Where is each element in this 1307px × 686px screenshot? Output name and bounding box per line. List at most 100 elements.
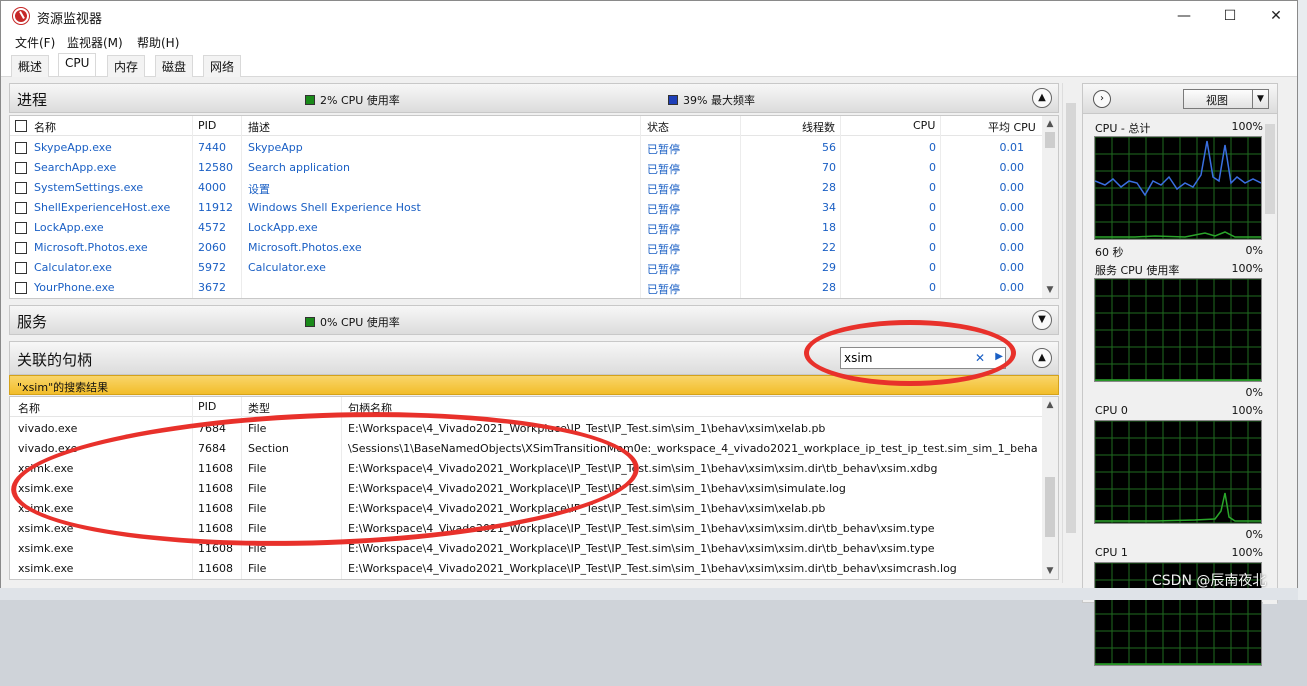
col-pid[interactable]: PID — [198, 119, 216, 132]
process-threads: 18 — [822, 221, 836, 234]
process-pid: 12580 — [198, 161, 233, 174]
processes-header[interactable]: 进程 2% CPU 使用率 39% 最大频率 ▲ — [9, 83, 1059, 113]
menu-file[interactable]: 文件(F) — [15, 34, 55, 51]
process-checkbox[interactable] — [15, 142, 27, 154]
col-handle-process-name[interactable]: 名称 — [18, 400, 40, 416]
clear-search-icon[interactable]: ✕ — [975, 351, 985, 365]
select-all-checkbox[interactable] — [15, 120, 27, 132]
graphs-scrollbar[interactable] — [1263, 114, 1277, 604]
menu-bar: 文件(F) 监视器(M) 帮助(H) — [1, 31, 1297, 51]
scroll-thumb[interactable] — [1045, 477, 1055, 537]
process-description: 设置 — [248, 183, 270, 196]
handle-row[interactable]: vivado.exe 7684 Section \Sessions\1\BaseNam… — [10, 439, 1044, 459]
col-avg-cpu[interactable]: 平均 CPU — [988, 119, 1036, 135]
handle-row[interactable]: xsimk.exe 11608 File E:\Workspace\4_Vivado2… — [10, 459, 1044, 479]
process-name: SkypeApp.exe — [34, 141, 112, 154]
tab-network[interactable]: 网络 — [203, 55, 242, 77]
handle-row[interactable]: xsimk.exe 11608 File E:\Workspace\4_Vivado2… — [10, 479, 1044, 499]
services-header[interactable]: 服务 0% CPU 使用率 ▼ — [9, 305, 1059, 335]
handle-pid: 11608 — [198, 482, 233, 495]
processes-scrollbar[interactable]: ▲ ▼ — [1042, 116, 1058, 298]
col-description[interactable]: 描述 — [248, 119, 270, 135]
process-row[interactable]: SearchApp.exe 12580 Search application 已暂停 7… — [10, 158, 1044, 178]
graph-label: CPU 1 — [1095, 546, 1128, 559]
tab-disk[interactable]: 磁盘 — [155, 55, 194, 77]
tab-overview[interactable]: 概述 — [11, 55, 50, 77]
handle-type: File — [248, 422, 267, 435]
handle-row[interactable]: xsimk.exe 11608 File E:\Workspace\4_Vivado2… — [10, 499, 1044, 519]
scroll-up-icon[interactable]: ▲ — [1042, 116, 1058, 132]
dropdown-arrow-icon[interactable]: ▼ — [1252, 90, 1268, 108]
process-checkbox[interactable] — [15, 242, 27, 254]
process-row[interactable]: SkypeApp.exe 7440 SkypeApp 已暂停 56 0 0.01 — [10, 138, 1044, 158]
process-description: LockApp.exe — [248, 221, 318, 234]
search-arrow-icon[interactable]: ▶ — [995, 351, 1003, 362]
scroll-up-icon[interactable]: ▲ — [1042, 397, 1058, 413]
process-row[interactable]: SystemSettings.exe 4000 设置 已暂停 28 0 0.00 — [10, 178, 1044, 198]
menu-help[interactable]: 帮助(H) — [137, 34, 179, 51]
cpu-usage-stat: 2% CPU 使用率 — [305, 92, 400, 108]
maximize-button[interactable]: ☐ — [1207, 1, 1253, 31]
process-checkbox[interactable] — [15, 182, 27, 194]
col-name[interactable]: 名称 — [34, 119, 56, 135]
process-checkbox[interactable] — [15, 262, 27, 274]
handle-type: File — [248, 482, 267, 495]
collapse-handles-icon[interactable]: ▲ — [1032, 348, 1052, 368]
col-handle-pid[interactable]: PID — [198, 400, 216, 413]
expand-arrow-icon[interactable]: › — [1093, 90, 1111, 108]
cpu-usage-series — [1095, 231, 1261, 238]
process-threads: 29 — [822, 261, 836, 274]
view-button[interactable]: 视图 ▼ — [1183, 89, 1269, 109]
process-checkbox[interactable] — [15, 202, 27, 214]
collapse-processes-icon[interactable]: ▲ — [1032, 88, 1052, 108]
process-pid: 4572 — [198, 221, 226, 234]
col-threads[interactable]: 线程数 — [802, 119, 835, 135]
scroll-down-icon[interactable]: ▼ — [1042, 282, 1058, 298]
col-handle-type[interactable]: 类型 — [248, 400, 270, 416]
close-button[interactable]: ✕ — [1253, 1, 1299, 31]
col-status[interactable]: 状态 — [647, 119, 669, 135]
handle-row[interactable]: xsimk.exe 11608 File E:\Workspace\4_Vivado2… — [10, 559, 1044, 579]
handle-search-input[interactable] — [844, 350, 984, 366]
scroll-thumb[interactable] — [1066, 103, 1076, 533]
expand-services-icon[interactable]: ▼ — [1032, 310, 1052, 330]
scroll-thumb[interactable] — [1265, 124, 1275, 214]
process-cpu: 0 — [929, 181, 936, 194]
handle-row[interactable]: vivado.exe 7684 File E:\Workspace\4_Vivado2… — [10, 419, 1044, 439]
process-description: Microsoft.Photos.exe — [248, 241, 362, 254]
process-name: SearchApp.exe — [34, 161, 117, 174]
handle-row[interactable]: xsimk.exe 11608 File E:\Workspace\4_Vivado2… — [10, 539, 1044, 559]
process-row[interactable]: Microsoft.Photos.exe 2060 Microsoft.Photos… — [10, 238, 1044, 258]
menu-monitor[interactable]: 监视器(M) — [67, 34, 123, 51]
minimize-button[interactable]: — — [1161, 1, 1207, 31]
handle-type: File — [248, 562, 267, 575]
process-checkbox[interactable] — [15, 222, 27, 234]
graph-label: 服务 CPU 使用率 — [1095, 264, 1180, 277]
handle-name: E:\Workspace\4_Vivado2021_Workplace\IP_T… — [348, 482, 846, 495]
process-row[interactable]: Calculator.exe 5972 Calculator.exe 已暂停 29 0 0.… — [10, 258, 1044, 278]
process-pid: 11912 — [198, 201, 233, 214]
process-checkbox[interactable] — [15, 162, 27, 174]
tab-cpu[interactable]: CPU — [58, 53, 97, 76]
main-scrollbar[interactable] — [1062, 83, 1078, 583]
scroll-thumb[interactable] — [1045, 132, 1055, 148]
tab-memory[interactable]: 内存 — [107, 55, 146, 77]
cpu-graph-block: CPU 0 100% 0% — [1091, 404, 1263, 544]
handle-name: \Sessions\1\BaseNamedObjects\XSimTransit… — [348, 442, 1038, 455]
handles-scrollbar[interactable]: ▲ ▼ — [1042, 397, 1058, 579]
process-row[interactable]: LockApp.exe 4572 LockApp.exe 已暂停 18 0 0.00 — [10, 218, 1044, 238]
handle-process-name: xsimk.exe — [18, 462, 74, 475]
handle-pid: 11608 — [198, 562, 233, 575]
col-handle-name[interactable]: 句柄名称 — [348, 400, 392, 416]
processes-table-header: 名称 PID 描述 状态 ⌃ 线程数 CPU 平均 CPU — [10, 116, 1044, 136]
process-row[interactable]: YourPhone.exe 3672 已暂停 28 0 0.00 — [10, 278, 1044, 298]
process-row[interactable]: ShellExperienceHost.exe 11912 Windows Shel… — [10, 198, 1044, 218]
scroll-down-icon[interactable]: ▼ — [1042, 563, 1058, 579]
window-title: 资源监视器 — [37, 12, 103, 27]
process-name: Microsoft.Photos.exe — [34, 241, 148, 254]
process-checkbox[interactable] — [15, 282, 27, 294]
col-cpu[interactable]: CPU — [913, 119, 935, 132]
handle-process-name: xsimk.exe — [18, 502, 74, 515]
handle-row[interactable]: xsimk.exe 11608 File E:\Workspace\4_Vivado2… — [10, 519, 1044, 539]
process-avg-cpu: 0.00 — [999, 241, 1025, 254]
